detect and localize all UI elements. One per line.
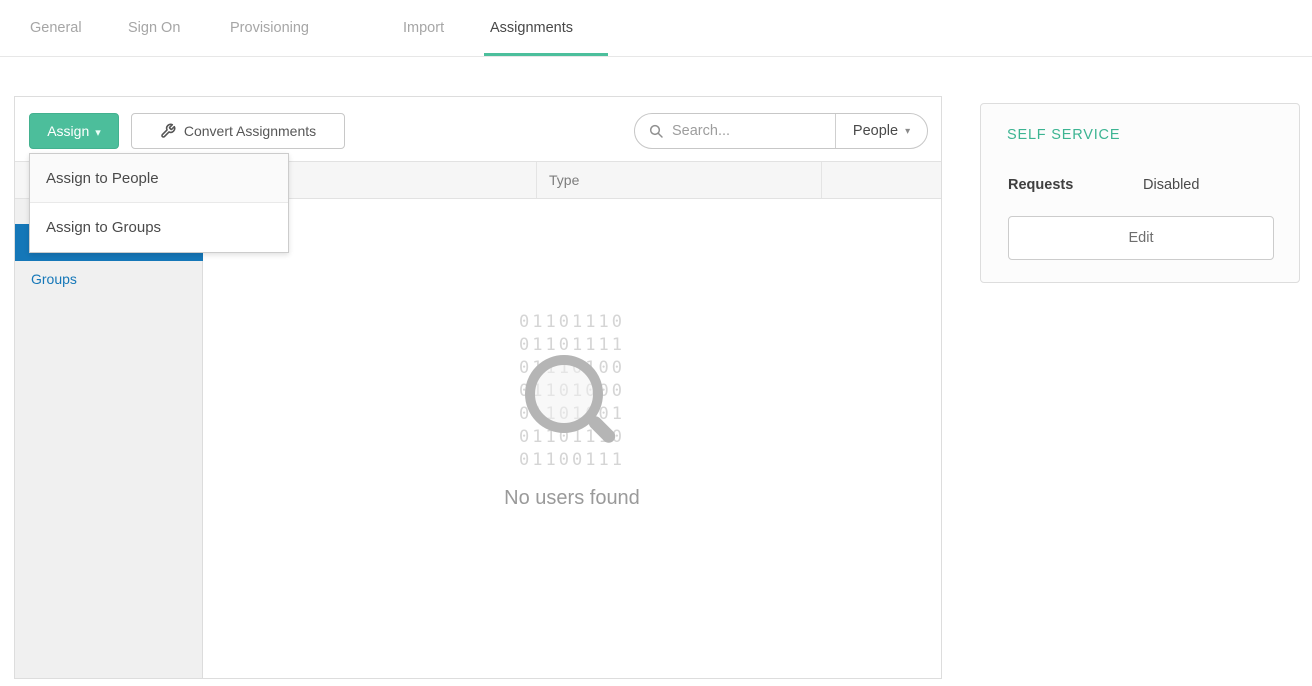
wrench-icon [160, 123, 176, 139]
tab-provisioning[interactable]: Provisioning [230, 20, 309, 36]
self-service-panel: SELF SERVICE Requests Disabled Edit [980, 103, 1300, 283]
search-icon [648, 123, 664, 139]
column-divider [821, 162, 822, 198]
convert-assignments-label: Convert Assignments [184, 123, 316, 139]
chevron-down-icon: ▾ [95, 127, 101, 139]
binary-row: 01101110 [203, 311, 941, 334]
search-input[interactable] [672, 123, 822, 139]
binary-row: 01101111 [203, 334, 941, 357]
sidebar-item-groups[interactable]: Groups [15, 261, 203, 298]
filter-sidebar: People Groups [15, 199, 203, 678]
requests-label: Requests [1008, 177, 1073, 193]
assign-dropdown-menu: Assign to People Assign to Groups [29, 153, 289, 253]
tab-assignments[interactable]: Assignments [490, 20, 573, 36]
assign-button-label: Assign [47, 123, 89, 139]
tabs-divider [0, 56, 1312, 57]
binary-row: 01100111 [203, 449, 941, 472]
menu-item-assign-to-people[interactable]: Assign to People [30, 154, 288, 203]
tab-general[interactable]: General [30, 20, 82, 36]
tab-import[interactable]: Import [403, 20, 444, 36]
assign-button[interactable]: Assign ▾ [29, 113, 119, 149]
convert-assignments-button[interactable]: Convert Assignments [131, 113, 345, 149]
type-column-header: Type [549, 162, 579, 198]
edit-button[interactable]: Edit [1008, 216, 1274, 260]
menu-item-assign-to-groups[interactable]: Assign to Groups [30, 203, 288, 252]
search-scope-label: People [853, 123, 898, 139]
self-service-title: SELF SERVICE [1007, 127, 1120, 143]
search-control: People ▾ [634, 113, 928, 149]
search-scope-dropdown[interactable]: People ▾ [835, 114, 927, 148]
chevron-down-icon: ▾ [905, 126, 910, 137]
search-field[interactable] [635, 114, 835, 148]
column-divider [536, 162, 537, 198]
assignments-panel: Assign ▾ Convert Assignments People ▾ Type… [14, 96, 942, 679]
requests-value: Disabled [1143, 177, 1199, 193]
empty-state-message: No users found [203, 487, 941, 510]
tab-sign-on[interactable]: Sign On [128, 20, 180, 36]
